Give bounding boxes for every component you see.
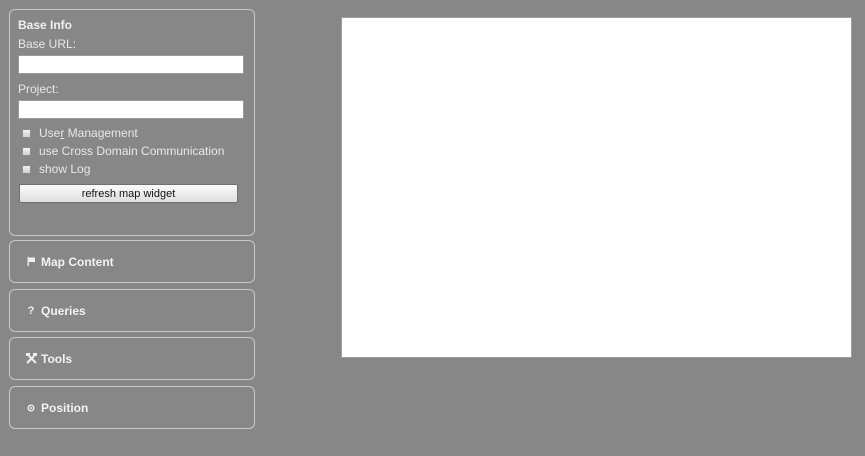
user-management-label: User Management [39, 126, 138, 140]
cross-domain-label: use Cross Domain Communication [39, 144, 225, 158]
base-info-panel: Base Info Base URL: Project: User Manage… [9, 9, 255, 236]
refresh-map-widget-button[interactable]: refresh map widget [19, 184, 238, 203]
position-label: Position [41, 400, 89, 415]
show-log-checkbox[interactable] [22, 164, 31, 174]
project-input[interactable] [18, 100, 244, 119]
cross-domain-option[interactable]: use Cross Domain Communication [22, 143, 224, 159]
user-management-option[interactable]: User Management [22, 125, 138, 141]
accordion-position[interactable]: Position [9, 386, 255, 429]
user-management-checkbox[interactable] [22, 128, 31, 138]
map-content-label: Map Content [41, 254, 114, 269]
show-log-option[interactable]: show Log [22, 161, 90, 177]
project-label: Project: [18, 82, 59, 96]
show-log-label: show Log [39, 162, 91, 176]
question-icon: ? [27, 304, 35, 317]
base-url-input[interactable] [18, 55, 244, 74]
map-widget[interactable] [341, 17, 852, 358]
tools-label: Tools [41, 351, 73, 366]
accordion-map-content[interactable]: Map Content [9, 240, 255, 283]
flag-icon [24, 257, 38, 266]
cross-domain-checkbox[interactable] [22, 146, 31, 156]
accordion-queries[interactable]: ? Queries [9, 289, 255, 332]
base-info-title[interactable]: Base Info [18, 18, 72, 32]
position-icon [24, 404, 38, 412]
tools-icon [24, 353, 38, 364]
base-url-label: Base URL: [18, 37, 77, 51]
queries-label: Queries [41, 303, 86, 318]
accordion-tools[interactable]: Tools [9, 337, 255, 380]
